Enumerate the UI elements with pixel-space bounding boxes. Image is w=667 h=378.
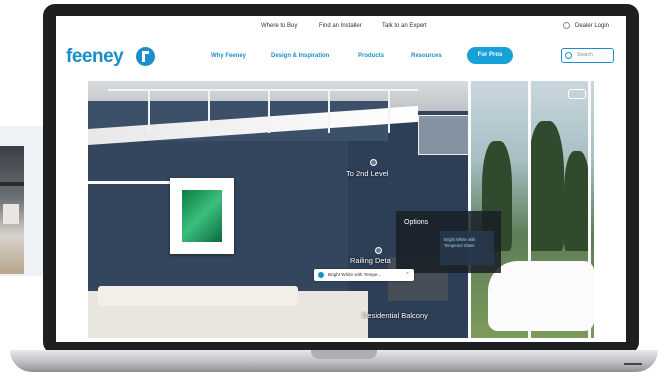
nav-why-feeney[interactable]: Why Feeney — [211, 53, 246, 59]
railing-post — [328, 89, 330, 133]
vr-headset-icon[interactable] — [568, 89, 586, 99]
wall-artwork — [170, 178, 234, 254]
window-mullion — [468, 81, 471, 338]
grand-piano — [488, 261, 594, 331]
background-kitchen-photo — [0, 146, 24, 274]
upper-level-hotspot[interactable] — [370, 159, 377, 166]
glass-railing — [418, 115, 470, 155]
feeney-logo-icon[interactable] — [136, 47, 155, 66]
railing-post — [268, 89, 270, 133]
where-to-buy-link[interactable]: Where to Buy — [261, 23, 297, 29]
photo-counter — [3, 204, 19, 224]
artwork-leaf — [182, 190, 222, 242]
balcony-label[interactable]: Residential Balcony — [362, 311, 428, 320]
railing-detail-label: Railing Deta — [350, 256, 391, 265]
close-icon[interactable]: × — [406, 271, 409, 277]
options-title: Options — [404, 219, 429, 226]
railing-detail-hotspot[interactable] — [375, 247, 382, 254]
upper-level-label: To 2nd Level — [346, 169, 389, 178]
railing-post — [388, 89, 390, 133]
selection-text: Bright White with Tempe... — [328, 272, 382, 277]
main-nav: feeney Why Feeney Design & Inspiration P… — [56, 38, 626, 78]
laptop-screen: Where to Buy Find an Installer Talk to a… — [56, 16, 626, 342]
talk-to-expert-link[interactable]: Talk to an Expert — [382, 23, 427, 29]
dealer-login-link[interactable]: Dealer Login — [563, 22, 609, 29]
search-icon — [565, 52, 572, 59]
photo-shelf — [0, 182, 24, 186]
laptop-edge-mark — [624, 363, 642, 365]
for-pros-button[interactable]: For Pros — [467, 47, 513, 64]
railing-post — [148, 89, 150, 133]
option-label: Bright White with Tempered Glass — [444, 237, 476, 248]
railing-top — [108, 89, 418, 91]
feeney-logo[interactable]: feeney — [66, 46, 124, 68]
nav-design-inspiration[interactable]: Design & Inspiration — [271, 53, 329, 59]
selection-bar[interactable]: Bright White with Tempe... × — [314, 269, 414, 281]
sofa-back — [98, 286, 298, 306]
selection-dot-icon — [318, 272, 324, 278]
tree — [564, 151, 590, 251]
virtual-tour-view[interactable]: To 2nd Level Railing Deta Residential Ba… — [88, 81, 594, 338]
laptop-notch — [311, 350, 377, 359]
dealer-login-label: Dealer Login — [575, 22, 610, 29]
railing-post — [208, 89, 210, 133]
option-card[interactable]: Bright White with Tempered Glass — [440, 231, 494, 265]
nav-resources[interactable]: Resources — [411, 53, 442, 59]
find-installer-link[interactable]: Find an Installer — [319, 23, 362, 29]
tree — [528, 121, 564, 251]
utility-bar: Where to Buy Find an Installer Talk to a… — [56, 16, 626, 38]
nav-products[interactable]: Products — [358, 53, 384, 59]
user-icon — [563, 22, 570, 29]
options-panel: Options Bright White with Tempered Glass — [396, 211, 501, 273]
